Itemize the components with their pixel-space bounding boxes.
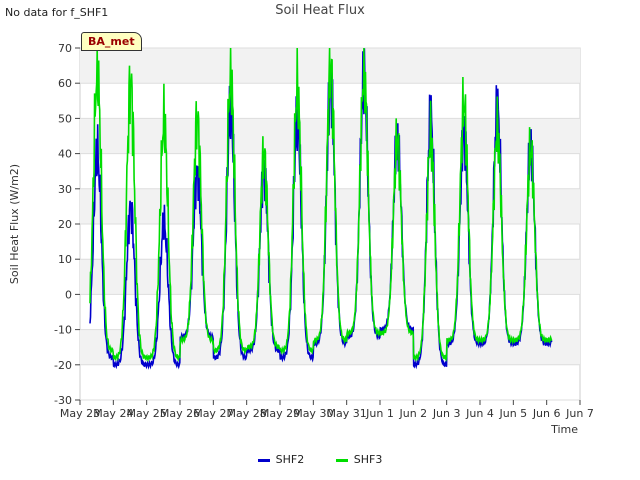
y-tick-label: 10 xyxy=(58,253,72,266)
x-tick-label: Jun 7 xyxy=(565,407,594,420)
y-tick-label: -10 xyxy=(54,324,72,337)
site-badge: BA_met xyxy=(81,32,142,51)
y-tick-label: -30 xyxy=(54,394,72,407)
x-axis-ticks: May 23May 24May 25May 26May 27May 28May … xyxy=(60,400,594,420)
x-tick-label: Jun 6 xyxy=(532,407,561,420)
legend-label-shf3: SHF3 xyxy=(353,453,383,466)
x-tick-label: Jun 4 xyxy=(465,407,494,420)
y-tick-label: 40 xyxy=(58,148,72,161)
x-tick-label: Jun 2 xyxy=(398,407,427,420)
y-tick-label: 30 xyxy=(58,183,72,196)
legend-item-shf3: SHF3 xyxy=(335,453,383,466)
soil-heat-flux-chart: -30 -20 -10 0 10 20 30 40 50 60 70 May 23May 24May… xyxy=(8,42,594,436)
legend-swatch-shf3 xyxy=(335,458,348,462)
y-tick-label: 0 xyxy=(65,288,72,301)
x-tick-label: Jun 3 xyxy=(432,407,461,420)
grid-band xyxy=(80,118,580,154)
y-tick-label: 70 xyxy=(58,42,72,55)
y-tick-label: 60 xyxy=(58,77,72,90)
y-tick-label: 50 xyxy=(58,112,72,125)
y-tick-label: 20 xyxy=(58,218,72,231)
legend-swatch-shf2 xyxy=(257,458,270,462)
x-tick-label: May 31 xyxy=(327,407,367,420)
x-tick-label: Jun 5 xyxy=(498,407,527,420)
legend-item-shf2: SHF2 xyxy=(257,453,305,466)
x-tick-label: Jun 1 xyxy=(365,407,394,420)
x-axis-label: Time xyxy=(550,423,578,436)
legend: SHF2 SHF3 xyxy=(0,453,640,466)
y-axis-ticks: -30 -20 -10 0 10 20 30 40 50 60 70 xyxy=(54,42,80,407)
y-axis-label: Soil Heat Flux (W/m2) xyxy=(8,164,21,284)
y-tick-label: -20 xyxy=(54,359,72,372)
legend-label-shf2: SHF2 xyxy=(275,453,305,466)
grid-band xyxy=(80,188,580,224)
